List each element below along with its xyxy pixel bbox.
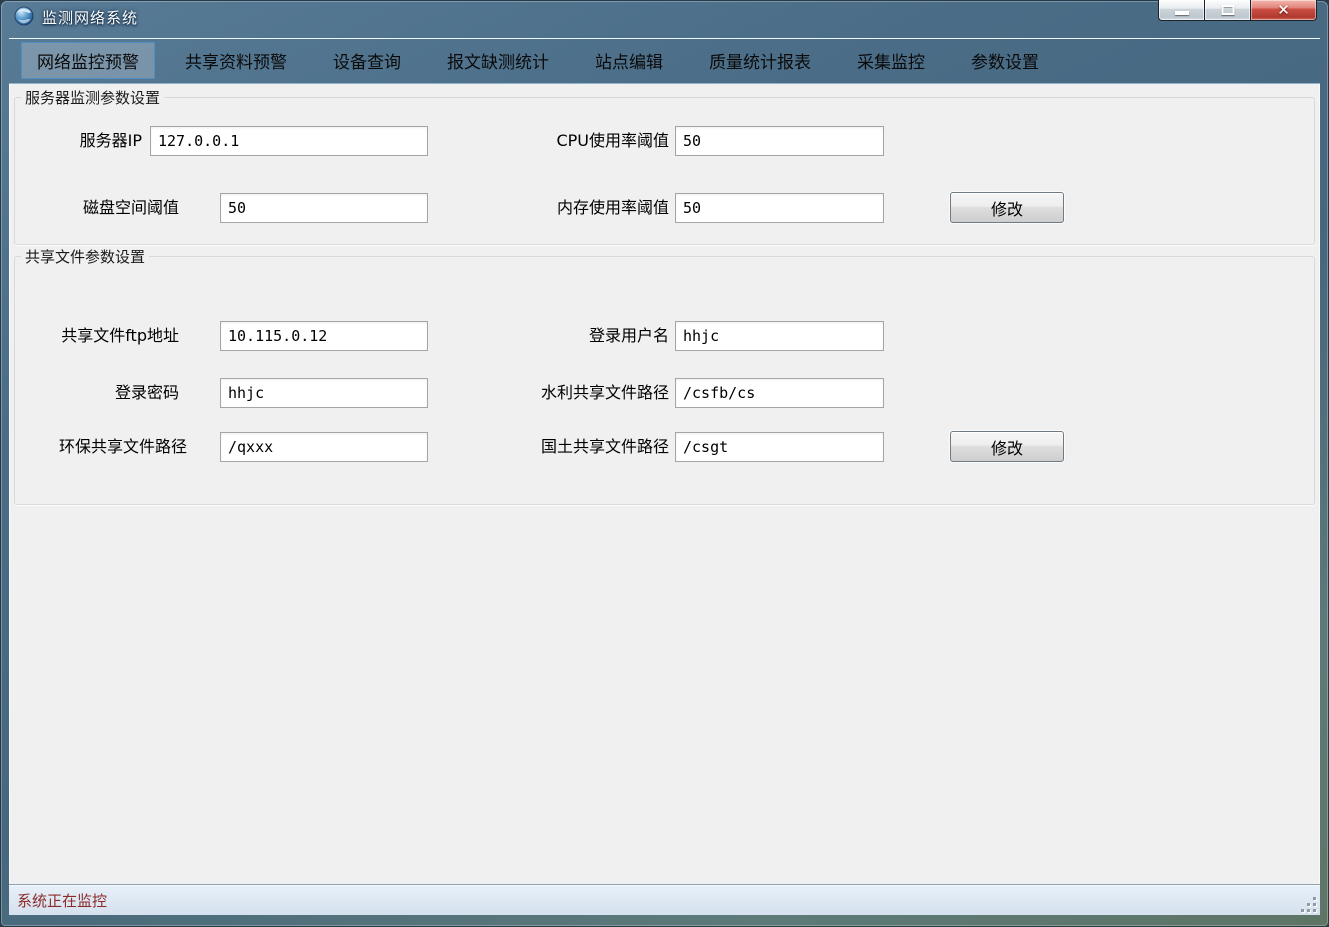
status-message: 系统正在监控: [17, 890, 107, 911]
disk-threshold-label: 磁盘空间阈值: [54, 193, 179, 223]
status-bar: 系统正在监控: [9, 884, 1320, 915]
app-window: 监测网络系统 ✕ 网络监控预警 共享资料预警 设备查询 报文缺测统计 站点编辑 …: [0, 0, 1329, 927]
titlebar[interactable]: 监测网络系统 ✕: [0, 0, 1329, 38]
land-share-path-label: 国土共享文件路径: [509, 432, 669, 462]
share-params-group-title: 共享文件参数设置: [21, 246, 149, 267]
tab-device-query[interactable]: 设备查询: [317, 42, 417, 79]
tab-missing-report-stats[interactable]: 报文缺测统计: [431, 42, 565, 79]
login-password-input[interactable]: [220, 378, 428, 408]
tab-parameter-settings[interactable]: 参数设置: [955, 42, 1055, 79]
memory-threshold-label: 内存使用率阈值: [514, 193, 669, 223]
server-params-group-title: 服务器监测参数设置: [21, 87, 164, 108]
globe-icon: [14, 6, 34, 26]
window-controls: ✕: [1158, 0, 1317, 21]
close-button[interactable]: ✕: [1251, 0, 1317, 21]
tab-network-monitor-alert[interactable]: 网络监控预警: [21, 42, 155, 79]
window-title: 监测网络系统: [42, 7, 138, 28]
close-icon: ✕: [1251, 1, 1316, 19]
tab-strip: 网络监控预警 共享资料预警 设备查询 报文缺测统计 站点编辑 质量统计报表 采集…: [9, 38, 1320, 84]
minimize-button[interactable]: [1158, 0, 1204, 21]
land-share-path-input[interactable]: [675, 432, 884, 462]
memory-threshold-input[interactable]: [675, 193, 884, 223]
cpu-threshold-input[interactable]: [675, 126, 884, 156]
server-ip-label: 服务器IP: [54, 126, 142, 156]
ftp-address-input[interactable]: [220, 321, 428, 351]
login-username-input[interactable]: [675, 321, 884, 351]
server-ip-input[interactable]: [150, 126, 428, 156]
cpu-threshold-label: CPU使用率阈值: [529, 126, 669, 156]
ftp-address-label: 共享文件ftp地址: [27, 321, 179, 351]
tab-shared-data-alert[interactable]: 共享资料预警: [169, 42, 303, 79]
tab-collect-monitor[interactable]: 采集监控: [841, 42, 941, 79]
maximize-icon: [1221, 5, 1234, 15]
env-share-path-input[interactable]: [220, 432, 428, 462]
maximize-button[interactable]: [1204, 0, 1251, 21]
resize-grip[interactable]: [1300, 896, 1316, 912]
login-username-label: 登录用户名: [533, 321, 669, 351]
login-password-label: 登录密码: [69, 378, 179, 408]
share-modify-button[interactable]: 修改: [950, 431, 1064, 462]
water-share-path-label: 水利共享文件路径: [509, 378, 669, 408]
minimize-icon: [1175, 11, 1189, 15]
tab-site-edit[interactable]: 站点编辑: [579, 42, 679, 79]
tab-quality-report[interactable]: 质量统计报表: [693, 42, 827, 79]
server-modify-button[interactable]: 修改: [950, 192, 1064, 223]
main-content: 服务器监测参数设置 服务器IP CPU使用率阈值 磁盘空间阈值 内存使用率阈值 …: [9, 84, 1320, 884]
disk-threshold-input[interactable]: [220, 193, 428, 223]
env-share-path-label: 环保共享文件路径: [18, 432, 187, 462]
water-share-path-input[interactable]: [675, 378, 884, 408]
